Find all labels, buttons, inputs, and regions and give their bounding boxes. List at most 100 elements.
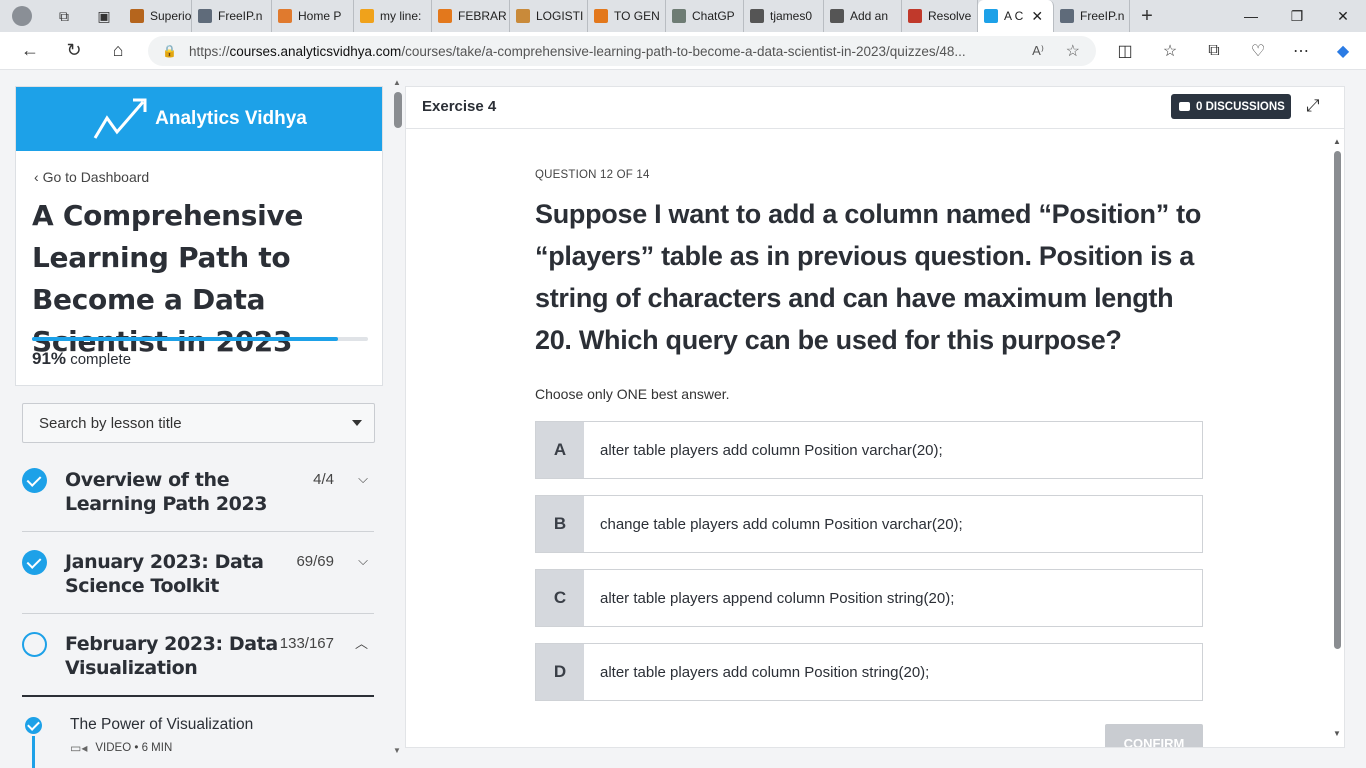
- section-count: 4/4: [313, 471, 334, 488]
- course-card: Analytics Vidhya ‹ Go to Dashboard A Com…: [15, 86, 383, 386]
- completed-check-icon: [22, 550, 47, 575]
- tab-favicon-icon: [594, 9, 608, 23]
- tab-favicon-icon: [130, 9, 144, 23]
- chevron-up-icon[interactable]: ︿: [355, 633, 368, 652]
- browser-tab[interactable]: FreeIP.n: [192, 0, 272, 32]
- chevron-down-icon[interactable]: ⌵: [358, 471, 368, 487]
- answer-option-a[interactable]: A alter table players add column Positio…: [535, 421, 1203, 479]
- question-number: QUESTION 12 OF 14: [535, 169, 650, 181]
- browser-tab[interactable]: FEBRAR: [432, 0, 510, 32]
- new-tab-icon[interactable]: +: [1130, 2, 1164, 30]
- tab-bar: ⧉ ▣ Superio FreeIP.n Home P my line: FEBRAR L…: [0, 0, 1366, 32]
- minimize-icon[interactable]: —: [1228, 0, 1274, 32]
- scrollbar-thumb[interactable]: [394, 92, 402, 128]
- url-path: /courses/take/a-comprehensive-learning-p…: [401, 43, 966, 59]
- star-icon[interactable]: ☆: [1066, 41, 1080, 61]
- brand-logo[interactable]: Analytics Vidhya: [16, 87, 382, 151]
- chevron-left-icon: ‹: [34, 169, 43, 185]
- option-text: alter table players add column Position …: [600, 663, 930, 681]
- tab-favicon-icon: [908, 9, 922, 23]
- tab-label: tjames0: [770, 9, 813, 23]
- browser-tab[interactable]: my line:: [354, 0, 432, 32]
- back-arrow-icon[interactable]: ←: [8, 32, 52, 70]
- browser-tab[interactable]: LOGISTI: [510, 0, 588, 32]
- tab-label: TO GEN: [614, 9, 660, 23]
- tab-favicon-icon: [984, 9, 998, 23]
- browser-tab[interactable]: Home P: [272, 0, 354, 32]
- progress-text: 91% complete: [32, 349, 131, 369]
- completed-check-icon: [22, 468, 47, 493]
- read-aloud-icon[interactable]: A⁾: [1032, 43, 1044, 59]
- option-text: alter table players add column Position …: [600, 441, 943, 459]
- tab-label: LOGISTI: [536, 9, 584, 23]
- workspaces-icon[interactable]: ⧉: [44, 2, 84, 30]
- tab-favicon-icon: [750, 9, 764, 23]
- answer-option-d[interactable]: D alter table players add column Positio…: [535, 643, 1203, 701]
- collections-icon[interactable]: ⧉: [1194, 32, 1234, 70]
- question-text: Suppose I want to add a column named “Po…: [535, 199, 1202, 355]
- panel-header: Exercise 4 0 DISCUSSIONS ⤢: [406, 87, 1344, 129]
- home-icon[interactable]: ⌂: [96, 32, 140, 70]
- scrollbar-thumb[interactable]: [1334, 151, 1341, 649]
- answer-option-b[interactable]: B change table players add column Positi…: [535, 495, 1203, 553]
- refresh-icon[interactable]: ↻: [52, 32, 96, 70]
- lesson-title: The Power of Visualization: [70, 716, 254, 733]
- scroll-down-icon[interactable]: ▼: [393, 746, 401, 755]
- sidebar-scrollbar[interactable]: ▲ ▼: [392, 76, 404, 760]
- option-letter: B: [536, 496, 584, 552]
- scroll-up-icon[interactable]: ▲: [1333, 137, 1341, 146]
- answer-option-c[interactable]: C alter table players append column Posi…: [535, 569, 1203, 627]
- browser-tab[interactable]: ChatGP: [666, 0, 744, 32]
- progress-bar: [32, 337, 368, 341]
- browser-tab[interactable]: A C ✕: [978, 0, 1054, 32]
- profile-avatar[interactable]: [0, 2, 44, 30]
- chevron-down-icon[interactable]: ⌵: [358, 553, 368, 569]
- scroll-up-icon[interactable]: ▲: [393, 78, 401, 87]
- more-menu-icon[interactable]: ⋯: [1281, 32, 1321, 70]
- main-scrollbar[interactable]: ▲ ▼: [1331, 137, 1343, 741]
- url-prefix: https://: [188, 43, 230, 59]
- performance-icon[interactable]: ♡: [1238, 32, 1278, 70]
- close-tab-icon[interactable]: ✕: [1031, 8, 1043, 25]
- option-letter: D: [536, 644, 584, 700]
- go-to-dashboard-link[interactable]: ‹ Go to Dashboard: [34, 169, 149, 185]
- tab-label: Add an: [850, 9, 889, 23]
- lesson-search-select[interactable]: Search by lesson title: [22, 403, 375, 443]
- progress-line: [32, 736, 35, 768]
- option-text: change table players add column Position…: [600, 515, 963, 533]
- expand-icon[interactable]: ⤢: [1306, 96, 1320, 116]
- course-sidebar: Analytics Vidhya ‹ Go to Dashboard A Com…: [0, 70, 392, 768]
- avatar: [12, 6, 32, 26]
- search-placeholder: Search by lesson title: [39, 414, 182, 432]
- browser-tab[interactable]: tjames0: [744, 0, 824, 32]
- close-window-icon[interactable]: ✕: [1320, 0, 1366, 32]
- browser-tab[interactable]: FreeIP.n: [1054, 0, 1130, 32]
- url-field[interactable]: 🔒 https://courses.analyticsvidhya.com/co…: [148, 36, 1096, 66]
- section-january[interactable]: January 2023: Data Science Toolkit 69/69…: [22, 532, 374, 614]
- tab-actions-icon[interactable]: ▣: [84, 2, 124, 30]
- restore-icon[interactable]: ❐: [1274, 0, 1320, 32]
- scroll-down-icon[interactable]: ▼: [1333, 729, 1341, 738]
- tab-label: FreeIP.n: [1080, 9, 1125, 23]
- tab-label: my line:: [380, 9, 422, 23]
- browser-tab[interactable]: Add an: [824, 0, 902, 32]
- lesson-item[interactable]: The Power of Visualization ▭◂ VIDEO • 6 M…: [22, 710, 374, 768]
- tab-favicon-icon: [672, 9, 686, 23]
- discussions-button[interactable]: 0 DISCUSSIONS: [1171, 94, 1291, 119]
- confirm-button[interactable]: CONFIRM: [1105, 724, 1203, 747]
- section-title: Overview of the Learning Path 2023: [65, 469, 268, 515]
- favorites-icon[interactable]: ☆: [1150, 32, 1190, 70]
- tab-favicon-icon: [198, 9, 212, 23]
- browser-tab[interactable]: TO GEN: [588, 0, 666, 32]
- browser-tab[interactable]: Resolve: [902, 0, 978, 32]
- browser-tab[interactable]: Superio: [124, 0, 192, 32]
- tab-favicon-icon: [278, 9, 292, 23]
- option-text: alter table players append column Positi…: [600, 589, 955, 607]
- copilot-icon[interactable]: ◆: [1323, 32, 1363, 70]
- split-screen-icon[interactable]: ◫: [1105, 32, 1145, 70]
- section-overview[interactable]: Overview of the Learning Path 2023 4/4 ⌵: [22, 458, 374, 532]
- exercise-title: Exercise 4: [422, 98, 497, 115]
- tab-label: FreeIP.n: [218, 9, 263, 23]
- instruction-text: Choose only ONE best answer.: [535, 386, 730, 402]
- section-february[interactable]: February 2023: Data Visualization 133/16…: [22, 614, 374, 697]
